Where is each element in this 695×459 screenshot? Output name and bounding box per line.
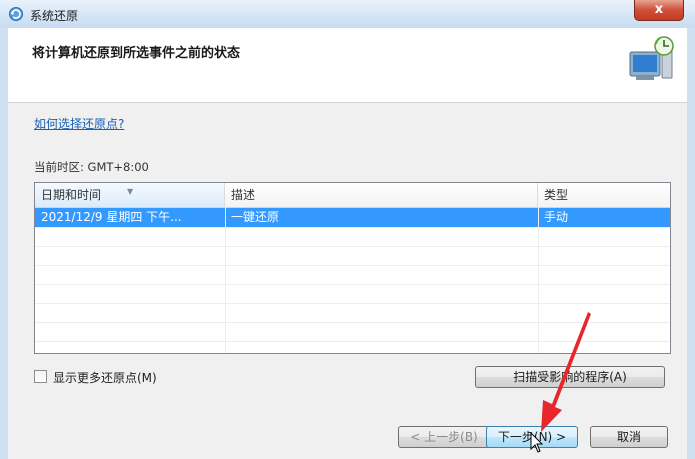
cell-description: 一键还原 xyxy=(231,210,280,224)
column-header-type[interactable]: 类型 xyxy=(538,183,670,207)
show-more-checkbox[interactable] xyxy=(34,370,47,383)
column-divider xyxy=(538,207,539,353)
column-divider xyxy=(225,207,226,353)
system-restore-icon xyxy=(9,7,23,21)
close-icon: x xyxy=(654,2,664,17)
grid-line xyxy=(35,341,670,342)
wizard-header: 将计算机还原到所选事件之前的状态 xyxy=(8,28,687,103)
grid-line xyxy=(35,265,670,266)
table-row[interactable]: 2021/12/9 星期四 下午... 一键还原 手动 xyxy=(35,208,670,227)
column-header-description[interactable]: 描述 xyxy=(225,183,538,207)
close-button[interactable]: x xyxy=(634,0,684,21)
grid-line xyxy=(35,246,670,247)
cancel-button[interactable]: 取消 xyxy=(590,426,668,448)
mouse-cursor-icon xyxy=(530,432,544,453)
grid-line xyxy=(35,227,670,228)
grid-line xyxy=(35,284,670,285)
wizard-body: 如何选择还原点? 当前时区: GMT+8:00 日期和时间 ▼ 描述 类型 20… xyxy=(8,103,687,459)
show-more-label: 显示更多还原点(M) xyxy=(53,371,157,385)
cell-type: 手动 xyxy=(544,210,569,224)
help-link-choose-restore-point[interactable]: 如何选择还原点? xyxy=(34,115,124,132)
title-bar: 系统还原 x xyxy=(0,0,695,28)
cell-date: 2021/12/9 星期四 下午... xyxy=(41,210,182,224)
window-title: 系统还原 xyxy=(30,9,79,23)
back-button[interactable]: < 上一步(B) xyxy=(398,426,490,448)
grid-line xyxy=(35,322,670,323)
window-border-right xyxy=(687,28,695,459)
sort-arrow-icon: ▼ xyxy=(127,187,134,196)
computer-restore-icon xyxy=(629,36,674,80)
restore-points-table[interactable]: 日期和时间 ▼ 描述 类型 2021/12/9 星期四 下午... 一键还原 手… xyxy=(34,182,671,354)
grid-line xyxy=(35,303,670,304)
timezone-label: 当前时区: GMT+8:00 xyxy=(34,160,149,174)
window-border-left xyxy=(0,28,8,459)
scan-affected-programs-button[interactable]: 扫描受影响的程序(A) xyxy=(475,366,665,388)
page-title: 将计算机还原到所选事件之前的状态 xyxy=(32,46,241,61)
column-header-date[interactable]: 日期和时间 ▼ xyxy=(35,183,225,207)
table-header: 日期和时间 ▼ 描述 类型 xyxy=(35,183,670,208)
